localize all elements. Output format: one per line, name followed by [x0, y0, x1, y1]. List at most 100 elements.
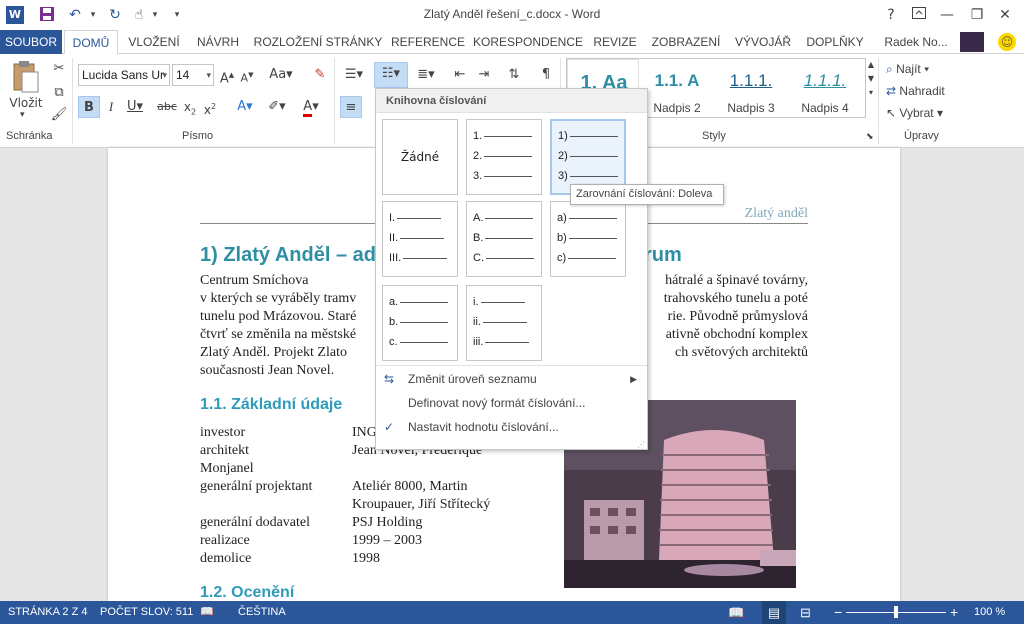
user-name[interactable]: Radek No...	[876, 30, 956, 54]
superscript-button[interactable]: x2	[202, 96, 218, 118]
heading-2-basic-info[interactable]: 1.1. Základní údaje	[200, 396, 342, 414]
tab-design[interactable]: NÁVRH	[190, 30, 246, 54]
format-painter-icon[interactable]: 🖌	[50, 104, 68, 126]
zoom-in-icon[interactable]: +	[950, 601, 958, 624]
select-button[interactable]: ↖ Vybrat ▾	[886, 106, 943, 120]
paragraph-line-right[interactable]: hátralé a špinavé továrny,	[665, 272, 808, 290]
pilcrow-icon[interactable]: ¶	[536, 64, 556, 86]
clear-formatting-icon[interactable]: ✎	[310, 64, 330, 86]
italic-button[interactable]: I	[102, 96, 120, 118]
web-layout-icon[interactable]: ⊟	[800, 601, 811, 624]
resize-grip-icon[interactable]: ⋰	[637, 440, 645, 449]
numbering-none-tile[interactable]: Žádné	[382, 119, 458, 195]
heading-2-awards[interactable]: 1.2. Ocenění	[200, 584, 294, 602]
numbering-icon[interactable]: ☷▾	[374, 62, 408, 88]
align-left-icon[interactable]: ≡	[340, 96, 362, 118]
shrink-font-icon[interactable]: A▼	[238, 64, 256, 86]
numbering-tile-decimal-dot[interactable]: 1. 2. 3.	[466, 119, 542, 195]
change-case-icon[interactable]: Aa▾	[266, 64, 296, 86]
tab-references[interactable]: REFERENCE	[390, 30, 466, 54]
tab-view[interactable]: ZOBRAZENÍ	[646, 30, 726, 54]
avatar[interactable]	[960, 32, 984, 52]
define-new-format-item[interactable]: Definovat nový formát číslování...	[376, 391, 647, 415]
font-color-icon[interactable]: A▾	[296, 96, 326, 118]
cut-icon[interactable]: ✂	[50, 58, 68, 80]
restore-icon[interactable]: ❐	[966, 4, 988, 26]
paragraph-line[interactable]: tunelu pod Mrázovou. Staré	[200, 308, 356, 326]
read-mode-icon[interactable]: 📖	[728, 601, 744, 624]
strikethrough-button[interactable]: abc	[156, 96, 178, 118]
paste-dropdown-icon[interactable]: ▾	[20, 110, 25, 120]
grow-font-icon[interactable]: A▲	[218, 64, 236, 86]
text-effects-icon[interactable]: A▾	[232, 96, 258, 118]
heading-1-tail[interactable]: rum	[644, 244, 682, 267]
zoom-slider-thumb[interactable]	[894, 606, 898, 618]
bullets-icon[interactable]: ☰▾	[340, 64, 368, 86]
tab-insert[interactable]: VLOŽENÍ	[122, 30, 186, 54]
tab-developer[interactable]: VÝVOJÁŘ	[732, 30, 794, 54]
styles-scroll-icon[interactable]: ▲ ▼ ▾	[866, 58, 876, 118]
tab-addins[interactable]: DOPLŇKY	[800, 30, 870, 54]
numbering-tile-roman-lower[interactable]: i. ii. iii.	[466, 285, 542, 361]
ribbon-display-icon[interactable]	[908, 4, 930, 26]
table-row[interactable]: realizace 1999 – 2003	[200, 532, 422, 550]
style-heading-4[interactable]: 1.1.1. Nadpis 4	[789, 59, 861, 117]
underline-button[interactable]: U▾	[122, 96, 148, 118]
bold-button[interactable]: B	[78, 96, 100, 118]
zoom-out-icon[interactable]: −	[834, 601, 842, 624]
tab-mailings[interactable]: KORESPONDENCE	[472, 30, 584, 54]
tab-file[interactable]: SOUBOR	[0, 30, 62, 54]
numbering-tile-alpha-lower-dot[interactable]: a. b. c.	[382, 285, 458, 361]
font-size-combo[interactable]: 14 ▾	[172, 64, 214, 86]
numbering-tile-roman-upper[interactable]: I. II. III.	[382, 201, 458, 277]
language-indicator[interactable]: ČEŠTINA	[238, 601, 286, 624]
style-heading-3[interactable]: 1.1.1. Nadpis 3	[715, 59, 787, 117]
tab-review[interactable]: REVIZE	[590, 30, 640, 54]
font-name-combo[interactable]: Lucida Sans Ur ▾	[78, 64, 170, 86]
proofing-icon[interactable]: 📖	[200, 601, 214, 624]
word-count[interactable]: POČET SLOV: 511	[100, 601, 193, 624]
table-row[interactable]: demolice 1998	[200, 550, 380, 568]
table-row[interactable]: generální projektant Ateliér 8000, Martin	[200, 478, 467, 496]
paragraph-line[interactable]: současnosti Jean Novel.	[200, 362, 334, 380]
find-button[interactable]: ⌕ Najít ▾	[886, 62, 929, 77]
print-layout-icon[interactable]: ▤	[762, 601, 786, 624]
styles-launcher-icon[interactable]: ⬊	[866, 132, 874, 142]
tab-home[interactable]: DOMŮ	[64, 30, 118, 55]
numbering-tile-alpha-upper[interactable]: A. B. C.	[466, 201, 542, 277]
paste-icon[interactable]	[12, 60, 40, 94]
table-row[interactable]: architekt Jean Novel, Frederique	[200, 442, 482, 460]
zoom-level[interactable]: 100 %	[974, 601, 1005, 624]
table-row[interactable]: investor ING	[200, 424, 377, 442]
paragraph-line-right[interactable]: rie. Původně průmyslová	[668, 308, 808, 326]
table-row[interactable]: Monjanel	[200, 460, 254, 478]
change-list-level-item[interactable]: ⇆ Změnit úroveň seznamu ▶	[376, 367, 647, 391]
heading-1[interactable]: 1) Zlatý Anděl – ad	[200, 244, 376, 267]
set-numbering-value-item[interactable]: ✓ Nastavit hodnotu číslování...	[376, 415, 647, 439]
minimize-icon[interactable]: —	[936, 4, 958, 26]
help-icon[interactable]: ?	[880, 4, 902, 26]
paragraph-line-right[interactable]: ch světových architektů	[675, 344, 808, 362]
paste-button[interactable]: Vložit	[8, 96, 44, 110]
decrease-indent-icon[interactable]: ⇤	[450, 64, 470, 86]
page-indicator[interactable]: STRÁNKA 2 Z 4	[8, 601, 87, 624]
highlight-icon[interactable]: ✐▾	[262, 96, 292, 118]
paragraph-line[interactable]: v kterých se vyráběly tramv	[200, 290, 356, 308]
paragraph-line-right[interactable]: ativně obchodní komplex	[666, 326, 808, 344]
tab-page-layout[interactable]: ROZLOŽENÍ STRÁNKY	[252, 30, 384, 54]
table-row[interactable]: generální dodavatel PSJ Holding	[200, 514, 422, 532]
increase-indent-icon[interactable]: ⇥	[474, 64, 494, 86]
replace-button[interactable]: ⇄ Nahradit	[886, 84, 945, 98]
numbering-tile-alpha-lower-paren[interactable]: a) b) c)	[550, 201, 626, 277]
style-heading-2[interactable]: 1.1. A Nadpis 2	[641, 59, 713, 117]
paragraph-line[interactable]: čtvrť se změnila na městské	[200, 326, 356, 344]
paragraph-line[interactable]: Zlatý Anděl. Projekt Zlato	[200, 344, 347, 362]
multilevel-list-icon[interactable]: ≣▾	[412, 64, 440, 86]
subscript-button[interactable]: x2	[182, 96, 198, 118]
copy-icon[interactable]: ⧉	[50, 82, 68, 104]
paragraph-line-right[interactable]: trahovského tunelu a poté	[664, 290, 808, 308]
close-icon[interactable]: ✕	[994, 4, 1016, 26]
paragraph-line[interactable]: Centrum Smíchova	[200, 272, 309, 290]
sort-icon[interactable]: ⇅	[504, 64, 524, 86]
smiley-icon[interactable]: ☺	[998, 33, 1016, 51]
